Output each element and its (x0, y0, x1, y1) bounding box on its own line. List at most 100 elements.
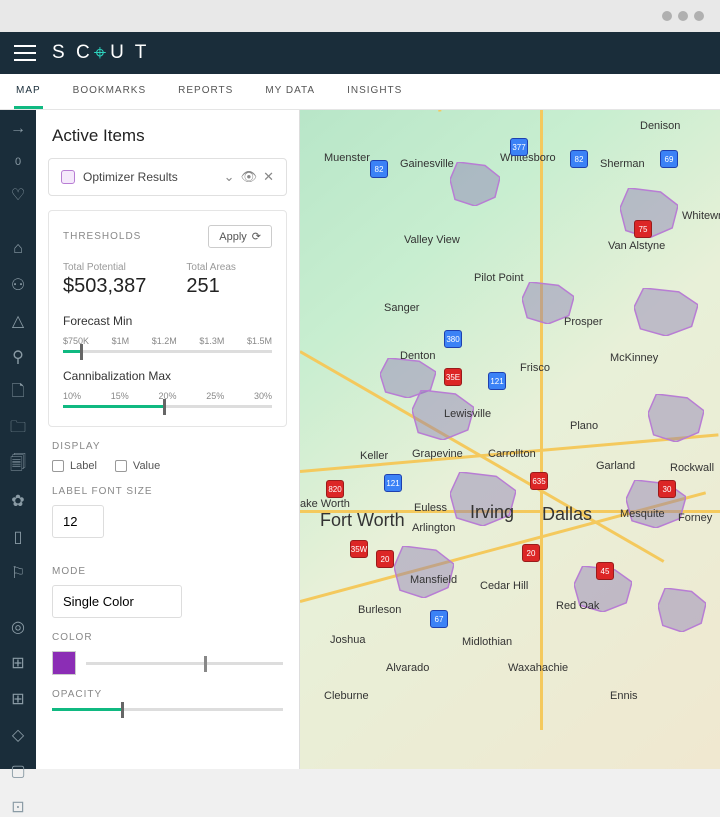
map-city-label: Lewisville (444, 408, 491, 420)
heart-icon[interactable]: ♡ (9, 186, 27, 204)
opacity-slider[interactable] (52, 708, 283, 711)
square-icon[interactable]: ▢ (9, 762, 27, 780)
highway-shield: 82 (370, 160, 388, 178)
map-city-label: Cleburne (324, 690, 369, 702)
map-city-label: Sanger (384, 302, 419, 314)
color-label: COLOR (52, 632, 283, 643)
color-swatch[interactable] (52, 651, 76, 675)
folder-icon[interactable]: 🗀 (9, 420, 27, 438)
layer-name: Optimizer Results (83, 170, 216, 184)
map-region[interactable] (394, 546, 454, 598)
tab-insights[interactable]: INSIGHTS (345, 74, 404, 109)
thresholds-card: THRESHOLDS Apply⟳ Total Potential $503,3… (48, 210, 287, 427)
chrome-dot (694, 11, 704, 21)
map-city-label: Sherman (600, 158, 645, 170)
refresh-icon: ⟳ (252, 230, 261, 243)
color-slider[interactable] (86, 662, 283, 665)
fontsize-input[interactable] (52, 505, 104, 538)
collapse-icon[interactable]: → (9, 120, 27, 138)
misc-icon[interactable]: ⊡ (9, 798, 27, 816)
forecast-slider[interactable] (63, 350, 272, 353)
left-rail: → 0 ♡ ⌂ ⚇ △ ⚲ 🗋 🗀 🗐 ✿ ▯ ⚐ ◎ ⊞ ⊞ ◇ ▢ ⊡ (0, 110, 36, 769)
tab-reports[interactable]: REPORTS (176, 74, 235, 109)
value-checkbox[interactable]: Value (115, 460, 160, 472)
slider-handle[interactable] (80, 344, 83, 360)
map-city-label: Burleson (358, 604, 401, 616)
close-icon[interactable]: ✕ (263, 169, 274, 185)
highway-shield: 75 (634, 220, 652, 238)
brain-icon[interactable]: ✿ (9, 492, 27, 510)
slider-handle[interactable] (204, 656, 207, 672)
opacity-label: OPACITY (52, 689, 283, 700)
device-icon[interactable]: ▯ (9, 528, 27, 546)
highway-shield: 377 (510, 138, 528, 156)
map-city-label: Prosper (564, 316, 603, 328)
rail-count-badge: 0 (15, 156, 21, 168)
map-city-label: Gainesville (400, 158, 454, 170)
fontsize-label: LABEL FONT SIZE (52, 486, 283, 497)
highway-shield: 380 (444, 330, 462, 348)
map-city-label: Waxahachie (508, 662, 568, 674)
panel-title: Active Items (36, 110, 299, 158)
highway-shield: 121 (488, 372, 506, 390)
cannibalization-slider[interactable] (63, 405, 272, 408)
map-city-label: McKinney (610, 352, 658, 364)
slider-handle[interactable] (121, 702, 124, 718)
map-city-label: Midlothian (462, 636, 512, 648)
map-city-label: Plano (570, 420, 598, 432)
layer-row[interactable]: Optimizer Results ⌄ 👁 ✕ (48, 158, 287, 196)
total-potential-value: $503,387 (63, 275, 146, 298)
map-city-label: Pilot Point (474, 272, 524, 284)
map-city-label: Mansfield (410, 574, 457, 586)
chrome-dot (662, 11, 672, 21)
slider-handle[interactable] (163, 399, 166, 415)
map-city-label: Muenster (324, 152, 370, 164)
copy-icon[interactable]: 🗐 (9, 456, 27, 474)
forecast-min-label: Forecast Min (63, 314, 272, 328)
visibility-icon[interactable]: 👁 (241, 169, 258, 185)
thresholds-title: THRESHOLDS (63, 231, 141, 242)
total-areas-value: 251 (186, 275, 235, 298)
apply-button[interactable]: Apply⟳ (208, 225, 272, 248)
map-region[interactable] (658, 588, 706, 632)
chevron-down-icon[interactable]: ⌄ (224, 169, 235, 185)
logo: S C⌖U T (52, 42, 149, 64)
tab-bookmarks[interactable]: BOOKMARKS (71, 74, 148, 109)
file-icon[interactable]: 🗋 (9, 384, 27, 402)
tab-my data[interactable]: MY DATA (263, 74, 317, 109)
menu-icon[interactable] (14, 45, 36, 61)
map-region[interactable] (450, 162, 500, 206)
map-city-label: Irving (470, 502, 514, 523)
mode-select[interactable]: Single Color (52, 585, 182, 618)
nav-tabs: MAP BOOKMARKS REPORTS MY DATA INSIGHTS (0, 74, 720, 110)
locate-icon[interactable]: ◎ (9, 618, 27, 636)
highway-shield: 35W (350, 540, 368, 558)
person-icon[interactable]: ⚇ (9, 276, 27, 294)
map-city-label: Whitewright (682, 210, 720, 222)
map-city-label: Garland (596, 460, 635, 472)
map-city-label: Forney (678, 512, 712, 524)
flag-icon[interactable]: ⚐ (9, 564, 27, 582)
layer-swatch (61, 170, 75, 184)
mode-label: MODE (52, 566, 283, 577)
store-icon[interactable]: ⌂ (9, 240, 27, 258)
label-checkbox[interactable]: Label (52, 460, 97, 472)
highway-shield: 121 (384, 474, 402, 492)
connect-icon[interactable]: ⊞ (9, 654, 27, 672)
map-city-label: Valley View (404, 234, 460, 246)
map-region[interactable] (648, 394, 704, 442)
map-city-label: Van Alstyne (608, 240, 665, 252)
map-region[interactable] (626, 480, 686, 528)
map-canvas[interactable]: DenisonMuensterGainesvilleWhitesboroSher… (300, 110, 720, 769)
grid-icon[interactable]: ⊞ (9, 690, 27, 708)
highway-shield: 20 (376, 550, 394, 568)
cube-icon[interactable]: ◇ (9, 726, 27, 744)
shape-icon[interactable]: △ (9, 312, 27, 330)
map-region[interactable] (634, 288, 698, 336)
chrome-dot (678, 11, 688, 21)
highway-shield: 45 (596, 562, 614, 580)
pin-icon[interactable]: ⚲ (9, 348, 27, 366)
map-city-label: Red Oak (556, 600, 599, 612)
tab-map[interactable]: MAP (14, 74, 43, 109)
map-city-label: Rockwall (670, 462, 714, 474)
